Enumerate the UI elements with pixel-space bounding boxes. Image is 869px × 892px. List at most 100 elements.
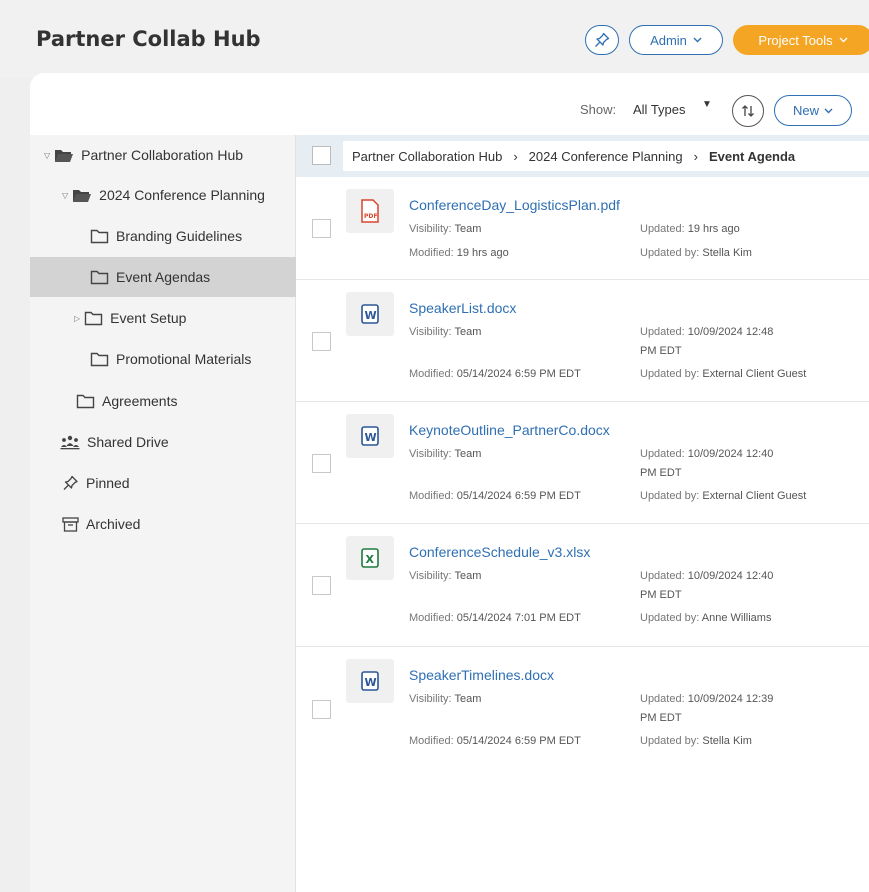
file-updated-by: Updated by: External Client Guest <box>640 368 807 380</box>
file-updated: Updated: 19 hrs ago <box>640 223 740 235</box>
breadcrumb: Partner Collaboration Hub › 2024 Confere… <box>343 141 869 171</box>
pin-icon <box>62 475 79 491</box>
admin-button-label: Admin <box>650 32 687 48</box>
row-checkbox[interactable] <box>312 454 331 473</box>
breadcrumb-item[interactable]: 2024 Conference Planning <box>529 149 683 164</box>
caret-down-icon[interactable]: ▼ <box>702 99 712 110</box>
sidebar-item-partner-collaboration-hub[interactable]: ▽ Partner Collaboration Hub <box>30 135 296 175</box>
file-updated: Updated: 10/09/2024 12:48 PM EDT <box>640 326 774 357</box>
sort-icon <box>742 105 754 117</box>
sidebar-item-label: 2024 Conference Planning <box>99 187 265 203</box>
expand-triangle-icon[interactable]: ▽ <box>62 191 68 200</box>
archive-icon <box>62 516 79 532</box>
word-file-icon: W <box>346 659 394 703</box>
breadcrumb-item[interactable]: Partner Collaboration Hub <box>352 149 502 164</box>
folder-icon <box>90 229 109 244</box>
folder-icon <box>84 311 103 326</box>
file-updated-by: Updated by: Stella Kim <box>640 247 752 259</box>
folder-icon <box>90 352 109 367</box>
file-updated-by: Updated by: External Client Guest <box>640 490 807 502</box>
row-checkbox[interactable] <box>312 332 331 351</box>
new-button-label: New <box>792 103 819 118</box>
file-list-area: Partner Collaboration Hub › 2024 Confere… <box>296 135 869 892</box>
admin-button[interactable]: Admin <box>629 25 723 55</box>
collapse-triangle-icon[interactable]: ▷ <box>74 314 80 323</box>
sidebar-item-event-setup[interactable]: ▷ Event Setup <box>30 298 296 338</box>
file-modified: Modified: 05/14/2024 6:59 PM EDT <box>409 490 581 502</box>
row-checkbox[interactable] <box>312 700 331 719</box>
chevron-right-icon: › <box>693 148 698 164</box>
pin-button[interactable] <box>585 25 619 55</box>
sidebar-item-label: Shared Drive <box>87 434 169 450</box>
row-checkbox[interactable] <box>312 219 331 238</box>
file-modified: Modified: 05/14/2024 6:59 PM EDT <box>409 368 581 380</box>
chevron-down-icon <box>824 108 833 113</box>
sidebar-item-label: Partner Collaboration Hub <box>81 147 244 163</box>
excel-file-icon: X <box>346 536 394 580</box>
folder-open-icon <box>54 148 74 163</box>
sidebar-item-branding-guidelines[interactable]: Branding Guidelines <box>30 216 296 256</box>
project-tools-button[interactable]: Project Tools <box>733 25 869 55</box>
chevron-right-icon: › <box>513 148 518 164</box>
sidebar-item-label: Promotional Materials <box>116 351 252 367</box>
file-name-link[interactable]: KeynoteOutline_PartnerCo.docx <box>409 422 610 438</box>
file-name-link[interactable]: ConferenceDay_LogisticsPlan.pdf <box>409 197 620 213</box>
sidebar-item-promotional-materials[interactable]: Promotional Materials <box>30 339 296 379</box>
file-name-link[interactable]: SpeakerTimelines.docx <box>409 667 554 683</box>
project-tools-label: Project Tools <box>758 32 833 48</box>
file-row[interactable]: PDF ConferenceDay_LogisticsPlan.pdf Visi… <box>296 177 869 280</box>
file-row[interactable]: W SpeakerList.docx Visibility: Team Modi… <box>296 280 869 402</box>
file-updated-by: Updated by: Anne Williams <box>640 612 772 624</box>
type-filter-select[interactable]: All Types <box>633 102 686 117</box>
sidebar-item-archived[interactable]: Archived <box>30 504 296 544</box>
sidebar-item-event-agendas[interactable]: Event Agendas <box>30 257 296 297</box>
file-visibility: Visibility: Team <box>409 570 482 582</box>
sidebar-item-label: Agreements <box>102 393 178 409</box>
sidebar-item-2024-conference-planning[interactable]: ▽ 2024 Conference Planning <box>30 175 296 215</box>
chevron-down-icon <box>693 37 702 43</box>
file-visibility: Visibility: Team <box>409 693 482 705</box>
file-modified: Modified: 05/14/2024 6:59 PM EDT <box>409 735 581 747</box>
word-file-icon: W <box>346 414 394 458</box>
file-updated: Updated: 10/09/2024 12:40 PM EDT <box>640 448 774 479</box>
sidebar-item-label: Event Setup <box>110 310 187 326</box>
file-name-link[interactable]: ConferenceSchedule_v3.xlsx <box>409 544 590 560</box>
folder-open-icon <box>72 188 92 203</box>
sort-button[interactable] <box>732 95 764 127</box>
sidebar-item-agreements[interactable]: Agreements <box>30 381 296 421</box>
file-visibility: Visibility: Team <box>409 326 482 338</box>
sidebar-item-pinned[interactable]: Pinned <box>30 463 296 503</box>
sidebar-item-label: Branding Guidelines <box>116 228 243 244</box>
row-checkbox[interactable] <box>312 576 331 595</box>
expand-triangle-icon[interactable]: ▽ <box>44 151 50 160</box>
svg-text:PDF: PDF <box>364 213 377 220</box>
file-name-link[interactable]: SpeakerList.docx <box>409 300 516 316</box>
new-button[interactable]: New <box>774 95 852 126</box>
folder-sidebar: ▽ Partner Collaboration Hub ▽ 2024 Confe… <box>30 135 296 892</box>
file-updated: Updated: 10/09/2024 12:40 PM EDT <box>640 570 774 601</box>
sidebar-item-label: Archived <box>86 516 141 532</box>
file-row[interactable]: W KeynoteOutline_PartnerCo.docx Visibili… <box>296 402 869 524</box>
svg-text:X: X <box>366 553 375 566</box>
top-bar: Partner Collab Hub Admin Project Tools <box>0 0 869 78</box>
people-icon <box>60 435 80 450</box>
chevron-down-icon <box>839 37 848 43</box>
select-all-checkbox[interactable] <box>312 146 331 165</box>
file-visibility: Visibility: Team <box>409 223 482 235</box>
sidebar-item-shared-drive[interactable]: Shared Drive <box>30 422 296 462</box>
file-updated-by: Updated by: Stella Kim <box>640 735 752 747</box>
filter-toolbar: Show: All Types ▼ New <box>30 73 869 135</box>
file-row[interactable]: W SpeakerTimelines.docx Visibility: Team… <box>296 647 869 769</box>
show-label: Show: <box>580 102 617 117</box>
sidebar-item-label: Pinned <box>86 475 130 491</box>
word-file-icon: W <box>346 292 394 336</box>
file-row[interactable]: X ConferenceSchedule_v3.xlsx Visibility:… <box>296 524 869 647</box>
breadcrumb-bar: Partner Collaboration Hub › 2024 Confere… <box>296 135 869 177</box>
sidebar-item-label: Event Agendas <box>116 269 211 285</box>
breadcrumb-current: Event Agenda <box>708 148 796 164</box>
main-panel: Show: All Types ▼ New ▽ Partner Collabor… <box>30 73 869 892</box>
file-visibility: Visibility: Team <box>409 448 482 460</box>
folder-icon <box>76 394 95 409</box>
pin-icon <box>595 32 610 47</box>
file-updated: Updated: 10/09/2024 12:39 PM EDT <box>640 693 774 724</box>
